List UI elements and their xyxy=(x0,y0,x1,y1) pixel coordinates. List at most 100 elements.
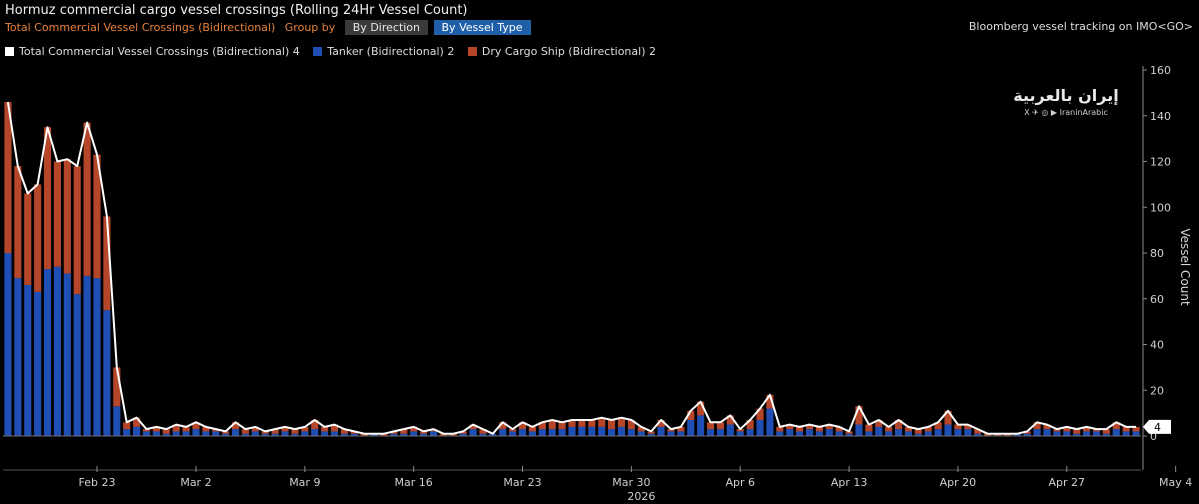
bar-tanker xyxy=(558,429,566,436)
bar-tanker xyxy=(1132,431,1140,436)
bar-tanker xyxy=(598,426,606,436)
x-tick-label: Feb 23 xyxy=(79,476,116,489)
chart-area: 020406080100120140160Vessel CountFeb 23 M… xyxy=(3,64,1192,503)
bar-tanker xyxy=(1063,431,1071,436)
bar-dry-cargo xyxy=(706,422,715,430)
bar-tanker xyxy=(706,429,715,436)
bar-dry-cargo xyxy=(14,166,22,279)
bar-tanker xyxy=(93,278,101,436)
bar-tanker xyxy=(528,431,536,436)
watermark: إيران بالعربية X ✈ ◎ ▶ IraninArabic xyxy=(996,86,1136,117)
bar-tanker xyxy=(667,431,675,436)
bar-tanker xyxy=(697,415,705,436)
bar-tanker xyxy=(815,431,823,436)
bar-tanker xyxy=(548,429,556,436)
y-tick-label: 100 xyxy=(1150,201,1171,214)
bar-tanker xyxy=(756,419,764,436)
bar-dry-cargo xyxy=(53,161,61,267)
x-tick-label: Mar 2 xyxy=(180,476,211,489)
bar-tanker xyxy=(509,431,517,436)
bar-tanker xyxy=(687,419,695,436)
y-tick-label: 60 xyxy=(1150,293,1164,306)
bar-tanker xyxy=(538,429,546,436)
x-tick-label: Apr 13 xyxy=(831,476,868,489)
bar-tanker xyxy=(796,431,804,436)
y-tick-label: 80 xyxy=(1150,247,1164,260)
bar-tanker xyxy=(113,406,121,436)
bar-tanker xyxy=(499,429,507,436)
x-tick-label: Mar 30 xyxy=(612,476,650,489)
y-tick-label: 20 xyxy=(1150,384,1164,397)
bar-dry-cargo xyxy=(588,419,596,427)
bar-dry-cargo xyxy=(83,122,91,276)
bar-tanker xyxy=(53,266,61,436)
bar-tanker xyxy=(1112,429,1120,436)
bar-tanker xyxy=(766,408,774,436)
bar-tanker xyxy=(251,431,259,436)
x-tick-label: Mar 23 xyxy=(503,476,541,489)
y-tick-label: 160 xyxy=(1150,64,1171,77)
axis-layer: 020406080100120140160Vessel CountFeb 23 M… xyxy=(3,64,1192,503)
x-year-label: 2026 xyxy=(627,490,655,503)
bar-tanker xyxy=(746,429,754,436)
bar-tanker xyxy=(657,426,665,436)
x-tick-label: Apr 27 xyxy=(1049,476,1086,489)
bar-tanker xyxy=(865,431,873,436)
total-line-layer: 4 xyxy=(6,101,1171,435)
bar-tanker xyxy=(182,431,190,436)
bar-tanker xyxy=(608,429,616,436)
bar-tanker xyxy=(736,431,744,436)
bar-tanker xyxy=(311,429,319,436)
x-tick-label: Mar 16 xyxy=(395,476,433,489)
bar-tanker xyxy=(825,429,833,436)
bar-tanker xyxy=(944,424,952,436)
bar-tanker xyxy=(142,431,151,436)
bar-tanker xyxy=(934,429,942,436)
bar-dry-cargo xyxy=(73,166,81,295)
bar-dry-cargo xyxy=(123,422,131,430)
bar-tanker xyxy=(805,429,814,436)
bar-tanker xyxy=(964,429,972,436)
x-tick-label: Mar 9 xyxy=(289,476,320,489)
y-tick-label: 120 xyxy=(1150,156,1171,169)
bar-tanker xyxy=(172,431,180,436)
bar-tanker xyxy=(469,429,477,436)
bar-tanker xyxy=(954,429,962,436)
x-tick-label: Apr 6 xyxy=(725,476,755,489)
bar-tanker xyxy=(133,426,141,436)
bar-tanker xyxy=(677,431,685,436)
bar-tanker xyxy=(1053,431,1061,436)
bar-dry-cargo xyxy=(578,419,586,427)
bar-dry-cargo xyxy=(716,422,724,430)
bar-tanker xyxy=(627,429,635,436)
bar-tanker xyxy=(1092,431,1101,436)
bar-tanker xyxy=(726,424,734,436)
bar-dry-cargo xyxy=(558,422,566,430)
bar-tanker xyxy=(212,431,220,436)
bar-tanker xyxy=(429,431,438,436)
bar-tanker xyxy=(578,426,586,436)
bar-tanker xyxy=(321,431,329,436)
bar-tanker xyxy=(73,294,81,436)
bar-tanker xyxy=(617,426,626,436)
bar-dry-cargo xyxy=(43,127,52,270)
y-axis-label: Vessel Count xyxy=(1178,228,1192,306)
watermark-text: إيران بالعربية xyxy=(1013,86,1119,105)
bar-dry-cargo xyxy=(608,419,616,430)
bar-tanker xyxy=(43,269,52,436)
bar-tanker xyxy=(568,426,576,436)
bar-tanker xyxy=(63,273,71,436)
bar-tanker xyxy=(518,429,527,436)
bar-tanker xyxy=(924,431,932,436)
bar-tanker xyxy=(103,310,111,436)
bar-tanker xyxy=(786,429,794,436)
bar-tanker xyxy=(202,431,210,436)
bar-tanker xyxy=(231,429,240,436)
bar-tanker xyxy=(24,285,32,436)
bar-tanker xyxy=(1043,429,1051,436)
bar-tanker xyxy=(904,431,913,436)
bars-layer xyxy=(4,102,1140,436)
bar-tanker xyxy=(192,429,200,436)
bar-tanker xyxy=(776,431,784,436)
bar-tanker xyxy=(1083,431,1091,436)
